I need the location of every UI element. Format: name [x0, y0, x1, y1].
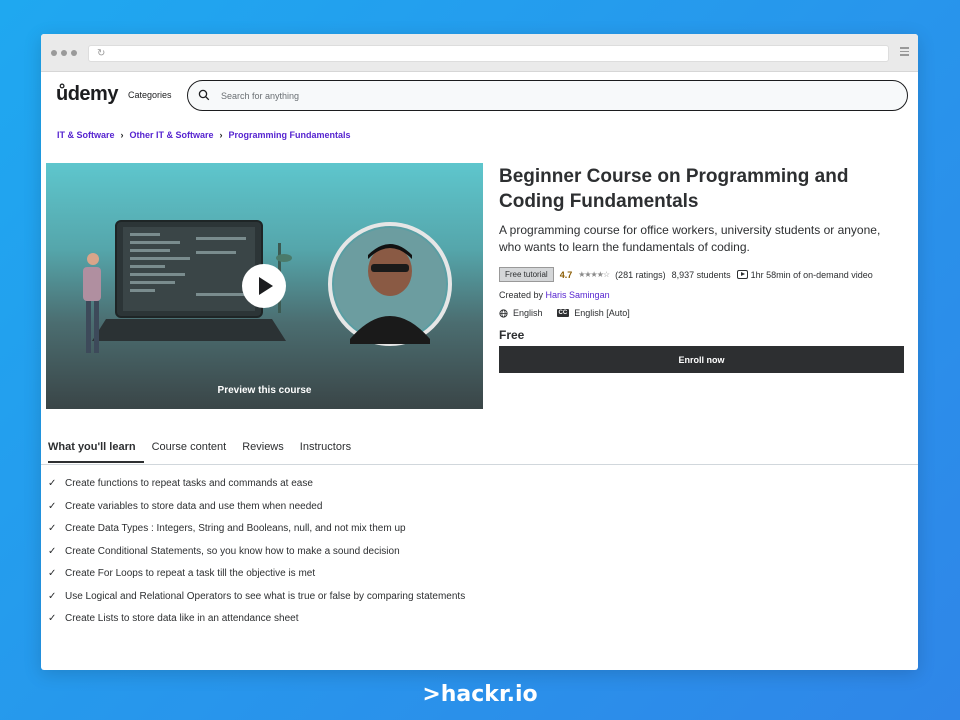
instructor-link[interactable]: Haris Samingan [546, 290, 610, 300]
course-subtitle: A programming course for office workers,… [499, 223, 881, 254]
tab-course-content[interactable]: Course content [152, 441, 235, 463]
check-icon: ✓ [48, 613, 57, 624]
list-item: ✓ Create Lists to store data like in an a… [48, 612, 468, 626]
list-item: ✓ Create functions to repeat tasks and co… [48, 477, 468, 491]
course-captions: English [Auto] [574, 308, 630, 318]
learn-item-text: Use Logical and Relational Operators to … [65, 590, 466, 602]
learn-item-text: Create For Loops to repeat a task till t… [65, 568, 316, 579]
list-item: ✓ Use Logical and Relational Operators to… [48, 590, 468, 604]
created-by: Created by Haris Samingan [499, 290, 610, 300]
language-row: English CC English [Auto] [499, 308, 630, 318]
course-language: English [513, 308, 543, 318]
list-item: ✓ Create Conditional Statements, so you k… [48, 545, 468, 559]
created-by-label: Created by [499, 290, 544, 300]
play-icon[interactable] [242, 264, 286, 308]
learn-item-text: Create Conditional Statements, so you kn… [65, 545, 400, 557]
check-icon: ✓ [48, 545, 57, 557]
breadcrumb-programming[interactable]: Programming Fundamentals [229, 130, 351, 140]
breadcrumb-other-it[interactable]: Other IT & Software [130, 130, 214, 140]
browser-toolbar: ↻ [41, 34, 918, 72]
list-item: ✓ Create Data Types : Integers, String an… [48, 522, 468, 536]
search-icon [198, 89, 210, 101]
chevron-right-icon: › [120, 130, 124, 140]
video-length: 1hr 58min of on-demand video [750, 269, 873, 280]
ratings-count[interactable]: (281 ratings) [615, 270, 666, 280]
list-item: ✓ Create For Loops to repeat a task till … [48, 567, 468, 581]
udemy-logo[interactable]: ůdemy [56, 83, 118, 106]
hackr-logo: >hackr.io [422, 682, 538, 707]
check-icon: ✓ [48, 523, 57, 534]
enroll-button[interactable]: Enroll now [499, 346, 904, 373]
tab-instructors[interactable]: Instructors [300, 441, 359, 463]
students-count: 8,937 students [671, 269, 731, 280]
browser-window: ↻ ůdemy Categories Search for anything I… [41, 34, 918, 670]
learn-item-text: Create Data Types : Integers, String and… [65, 523, 406, 534]
address-bar[interactable]: ↻ [88, 45, 889, 62]
check-icon: ✓ [48, 568, 57, 579]
free-tutorial-badge: Free tutorial [499, 267, 554, 282]
check-icon: ✓ [48, 500, 57, 512]
rating-value: 4.7 [559, 269, 573, 280]
tab-reviews[interactable]: Reviews [242, 441, 292, 463]
chevron-right-icon: › [219, 130, 223, 140]
site-header: ůdemy Categories Search for anything [41, 72, 918, 119]
learn-item-text: Create variables to store data and use t… [65, 500, 323, 512]
reload-icon[interactable]: ↻ [97, 49, 105, 59]
window-controls[interactable] [51, 49, 77, 56]
learn-list: ✓ Create functions to repeat tasks and co… [48, 477, 468, 635]
tabs-divider [41, 464, 918, 465]
check-icon: ✓ [48, 590, 57, 602]
star-rating-icon: ★★★★☆ [578, 270, 610, 279]
search-bar[interactable]: Search for anything [187, 80, 908, 111]
captions-icon: CC [556, 309, 570, 317]
learn-item-text: Create Lists to store data like in an at… [65, 613, 299, 624]
preview-label[interactable]: Preview this course [46, 385, 483, 396]
course-preview[interactable]: Preview this course [46, 163, 483, 409]
list-item: ✓ Create variables to store data and use … [48, 500, 468, 514]
categories-link[interactable]: Categories [128, 90, 172, 100]
course-price: Free [499, 328, 525, 342]
globe-icon [499, 308, 508, 318]
breadcrumb-it-software[interactable]: IT & Software [57, 130, 115, 140]
tab-what-youll-learn[interactable]: What you'll learn [48, 441, 144, 463]
video-icon [736, 270, 748, 279]
course-meta: Free tutorial 4.7 ★★★★☆ (281 ratings) 8,… [499, 267, 873, 282]
check-icon: ✓ [48, 478, 57, 489]
course-title: Beginner Course on Programming and Codin… [499, 166, 849, 212]
browser-menu-icon[interactable] [900, 47, 909, 58]
learn-item-text: Create functions to repeat tasks and com… [65, 478, 313, 489]
course-tabs: What you'll learn Course content Reviews… [48, 441, 367, 463]
breadcrumb: IT & Software › Other IT & Software › Pr… [57, 130, 351, 140]
search-input[interactable]: Search for anything [221, 91, 299, 101]
